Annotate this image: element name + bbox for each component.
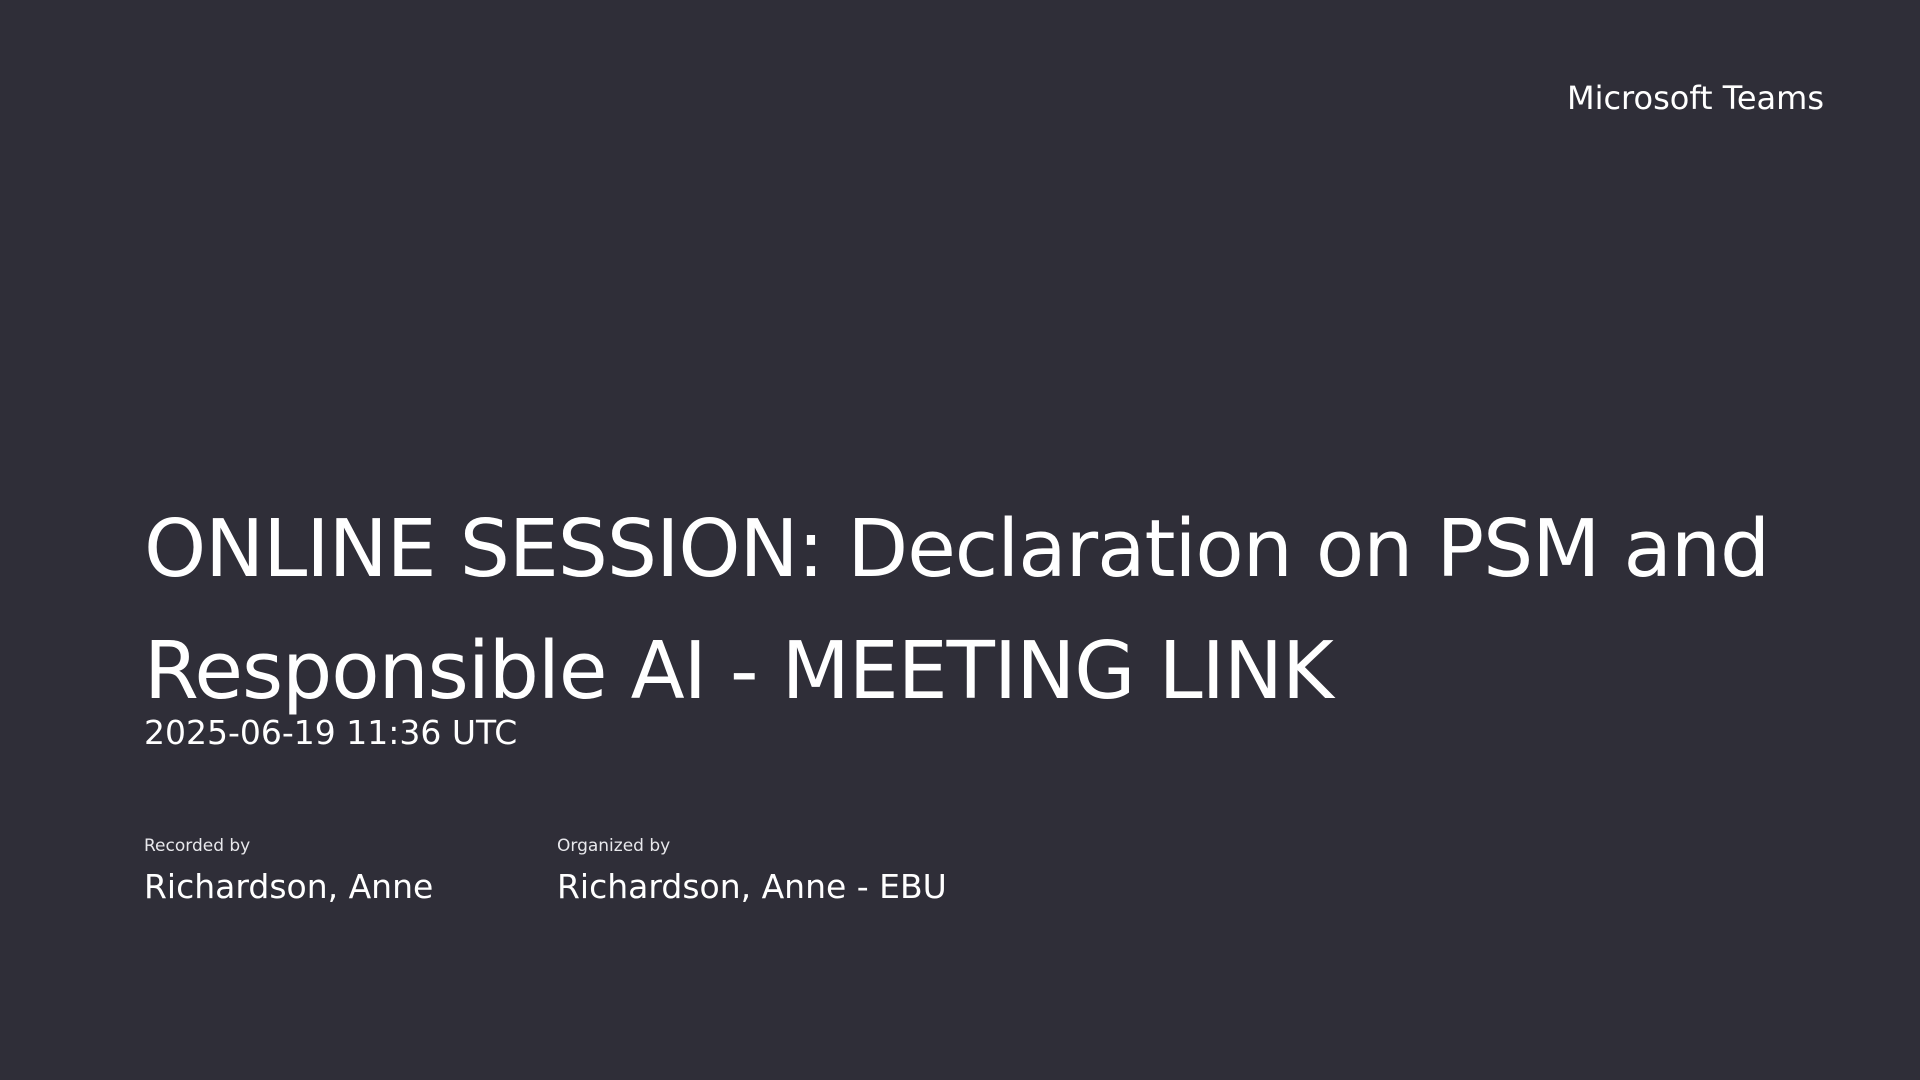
recording-title-card: Microsoft Teams ONLINE SESSION: Declarat…: [0, 0, 1920, 1080]
organized-by-section: Organized by Richardson, Anne - EBU: [557, 834, 947, 908]
recording-timestamp: 2025-06-19 11:36 UTC: [144, 713, 518, 752]
organized-by-name: Richardson, Anne - EBU: [557, 867, 947, 906]
recorded-by-label: Recorded by: [144, 836, 251, 856]
recorded-by-name: Richardson, Anne: [144, 867, 434, 906]
recorded-by-section: Recorded by Richardson, Anne: [144, 834, 433, 908]
app-brand-name: Microsoft Teams: [1566, 79, 1824, 117]
organized-by-label: Organized by: [557, 836, 671, 856]
meeting-title: ONLINE SESSION: Declaration on PSM and R…: [144, 503, 1770, 717]
